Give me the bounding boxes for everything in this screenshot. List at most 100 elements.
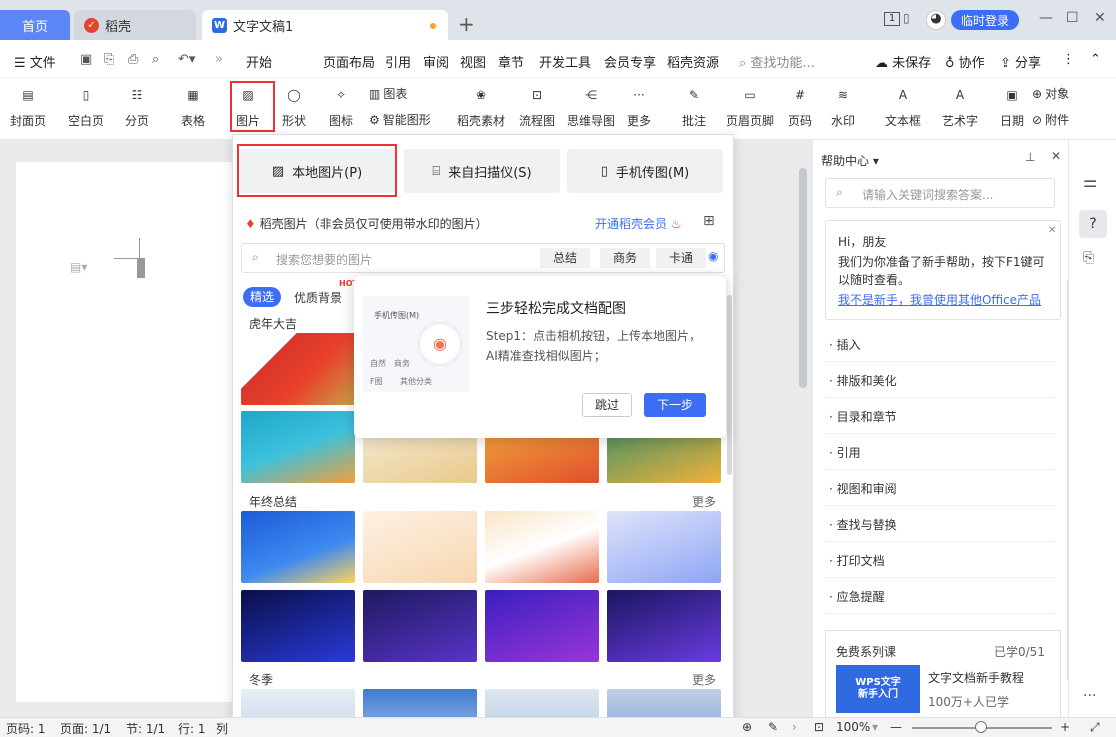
object-button[interactable]: ⊕ 对象	[1032, 85, 1069, 102]
material-button[interactable]: ❀ 稻壳素材	[457, 82, 505, 129]
close-panel-icon[interactable]: ✕	[1051, 149, 1061, 163]
header-footer-button[interactable]: ▭ 页眉页脚	[726, 82, 774, 129]
edit-mode-icon[interactable]: ✎	[768, 720, 778, 734]
thumb-summary-1[interactable]	[241, 511, 355, 583]
document-page[interactable]: ▤▾	[16, 162, 246, 702]
icon-button[interactable]: ✧ 图标	[328, 82, 354, 129]
help-icon[interactable]: ?	[1079, 210, 1107, 238]
zoom-dropdown-icon[interactable]: ▾	[872, 720, 878, 734]
wordart-button[interactable]: A 艺术字	[942, 82, 978, 129]
menu-chapter[interactable]: 章节	[498, 52, 524, 71]
avatar[interactable]: ◕	[926, 10, 946, 30]
vertical-scrollbar[interactable]	[796, 148, 810, 708]
thumb-tiger-1[interactable]	[241, 333, 355, 405]
share-button[interactable]: ⇪ 分享	[1000, 52, 1041, 71]
unsaved-button[interactable]: ☁ 未保存	[875, 52, 931, 71]
more-menu-icon[interactable]: ⋮	[1062, 52, 1075, 67]
comment-button[interactable]: ✎ 批注	[681, 82, 707, 129]
thumb-summary-2[interactable]	[363, 511, 477, 583]
menu-dev-tools[interactable]: 开发工具	[539, 52, 591, 71]
zoom-level[interactable]: 100%	[836, 720, 870, 734]
thumb-summary-5[interactable]	[241, 590, 355, 662]
menu-review[interactable]: 审阅	[423, 52, 449, 71]
table-button[interactable]: ▦ 表格	[180, 82, 206, 129]
pin-icon[interactable]: ⊥	[1025, 150, 1035, 164]
mindmap-button[interactable]: ⋲ 思维导图	[567, 82, 615, 129]
date-button[interactable]: ▣ 日期	[999, 82, 1025, 129]
page-indicator[interactable]: 1	[884, 12, 900, 26]
help-item-insert[interactable]: · 插入	[825, 326, 1055, 362]
thumb-summary-6[interactable]	[363, 590, 477, 662]
help-item-toc[interactable]: · 目录和章节	[825, 398, 1055, 434]
zoom-slider-handle[interactable]	[975, 721, 987, 733]
page-break-button[interactable]: ☷ 分页	[124, 82, 150, 129]
menu-reference[interactable]: 引用	[385, 52, 411, 71]
flowchart-button[interactable]: ⊡ 流程图	[519, 82, 555, 129]
menu-start[interactable]: 开始	[246, 52, 272, 71]
new-tab-button[interactable]: +	[458, 12, 475, 36]
tab-home[interactable]: 首页	[0, 10, 70, 40]
chart-button[interactable]: ▥ 图表	[369, 85, 407, 102]
temp-login-button[interactable]: 临时登录	[951, 10, 1019, 30]
skip-button[interactable]: 跳过	[582, 393, 632, 417]
blank-page-button[interactable]: ▯ 空白页	[68, 82, 104, 129]
thumb-tiger-2[interactable]	[241, 411, 355, 483]
export-pdf-icon[interactable]: ⎘	[104, 52, 114, 67]
thumb-summary-7[interactable]	[485, 590, 599, 662]
cover-page-button[interactable]: ▤ 封面页	[10, 82, 46, 129]
section-winter-more[interactable]: 更多	[692, 671, 716, 688]
camera-icon[interactable]: ◉	[708, 249, 718, 263]
shape-button[interactable]: ◯ 形状	[281, 82, 307, 129]
tag-summary[interactable]: 总结	[540, 248, 590, 268]
save-icon[interactable]: ▣	[80, 52, 92, 67]
filter-background[interactable]: 优质背景	[294, 289, 342, 306]
attachment-button[interactable]: ⊘ 附件	[1032, 111, 1069, 128]
fit-page-icon[interactable]: ⊡	[814, 720, 824, 734]
tab-document[interactable]: W 文字文稿1	[202, 10, 448, 40]
translate-icon[interactable]: ⎘	[1083, 250, 1094, 266]
smartart-button[interactable]: ⚙ 智能图形	[369, 111, 431, 128]
page-number-button[interactable]: # 页码	[787, 82, 813, 129]
file-menu[interactable]: ☰ 文件	[14, 52, 56, 71]
close-icon[interactable]: ✕	[1094, 10, 1106, 26]
help-search-input[interactable]: 请输入关键词搜索答案...	[862, 186, 993, 203]
grid-view-icon[interactable]: ⊞	[703, 213, 715, 229]
close-card-icon[interactable]: ✕	[1048, 225, 1056, 236]
help-item-view[interactable]: · 视图和审阅	[825, 470, 1055, 506]
maximize-icon[interactable]: ☐	[1066, 10, 1079, 26]
phone-upload-button[interactable]: ▯ 手机传图(M)	[567, 149, 723, 193]
panel-icon[interactable]: ▯	[903, 11, 910, 25]
vip-link[interactable]: 开通稻壳会员 ♨	[595, 215, 682, 232]
next-step-button[interactable]: 下一步	[644, 393, 706, 417]
more-chevron-icon[interactable]: »	[215, 52, 223, 67]
help-item-reference[interactable]: · 引用	[825, 434, 1055, 470]
help-search[interactable]: ⌕ 请输入关键词搜索答案...	[825, 178, 1055, 208]
help-item-layout[interactable]: · 排版和美化	[825, 362, 1055, 398]
zoom-out-icon[interactable]: —	[890, 720, 902, 734]
thumb-summary-8[interactable]	[607, 590, 721, 662]
not-newbie-link[interactable]: 我不是新手，我曾使用其他Office产品	[838, 291, 1041, 308]
course-card[interactable]: 免费系列课 已学0/51 WPS文字 新手入门 文字文档新手教程 100万+人已…	[825, 630, 1061, 717]
menu-member[interactable]: 会员专享	[604, 52, 656, 71]
more-chevron-icon[interactable]: ›	[792, 720, 797, 734]
picture-search[interactable]: ⌕ 搜索您想要的图片 总结 商务 卡通 ◉	[241, 243, 725, 273]
help-item-emergency[interactable]: · 应急提醒	[825, 578, 1055, 614]
help-item-find[interactable]: · 查找与替换	[825, 506, 1055, 542]
menu-daoke-resources[interactable]: 稻壳资源	[667, 52, 719, 71]
print-icon[interactable]: ⎙	[128, 52, 138, 67]
menu-view[interactable]: 视图	[460, 52, 486, 71]
collab-button[interactable]: ♁ 协作	[945, 52, 985, 71]
collapse-ribbon-icon[interactable]: ⌃	[1090, 52, 1101, 67]
web-view-icon[interactable]: ⊕	[742, 720, 752, 734]
textbox-button[interactable]: A 文本框	[885, 82, 921, 129]
minimize-icon[interactable]: —	[1039, 10, 1053, 26]
more-tools-icon[interactable]: ···	[1083, 688, 1096, 704]
filter-featured[interactable]: 精选	[243, 287, 281, 307]
tag-business[interactable]: 商务	[600, 248, 650, 268]
print-preview-icon[interactable]: ⌕	[152, 52, 159, 67]
menu-layout[interactable]: 页面布局	[323, 52, 375, 71]
help-title[interactable]: 帮助中心 ▾	[821, 152, 879, 169]
tab-daoke[interactable]: ✓ 稻壳	[74, 10, 196, 40]
zoom-in-icon[interactable]: +	[1060, 720, 1070, 734]
scrollbar-thumb[interactable]	[799, 168, 807, 388]
